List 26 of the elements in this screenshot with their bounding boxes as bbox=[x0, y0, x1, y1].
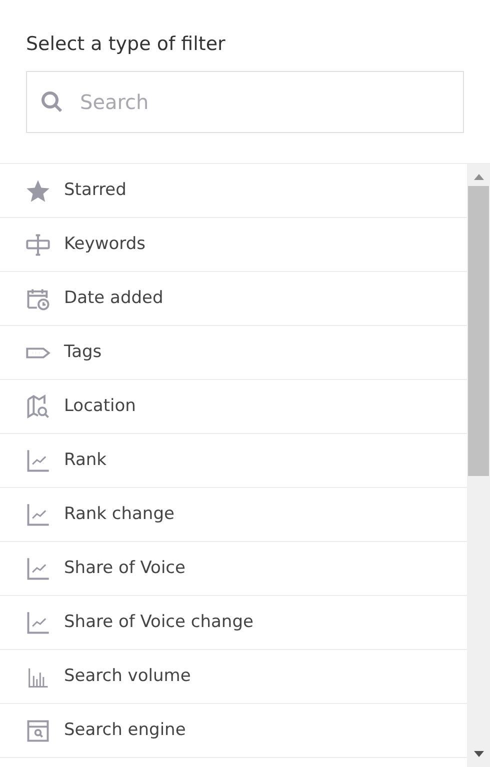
map-search-icon bbox=[25, 394, 51, 420]
scroll-up-arrow-icon[interactable] bbox=[474, 174, 484, 180]
line-chart-icon bbox=[25, 556, 51, 582]
filter-option[interactable]: Search volume bbox=[0, 650, 467, 704]
filter-option[interactable]: Rank bbox=[0, 434, 467, 488]
filter-option[interactable]: Location bbox=[0, 380, 467, 434]
star-icon bbox=[25, 178, 51, 204]
filter-option[interactable]: Date added bbox=[0, 272, 467, 326]
search-icon bbox=[40, 90, 64, 114]
line-chart-icon bbox=[25, 448, 51, 474]
filter-option[interactable]: Rank change bbox=[0, 488, 467, 542]
filter-option[interactable]: Share of Voice bbox=[0, 542, 467, 596]
filter-option[interactable]: Keywords bbox=[0, 218, 467, 272]
panel-title: Select a type of filter bbox=[26, 32, 226, 56]
search-field[interactable]: Search bbox=[26, 71, 464, 133]
line-chart-icon bbox=[25, 610, 51, 636]
filter-option[interactable]: Tags bbox=[0, 326, 467, 380]
keyword-icon bbox=[25, 232, 51, 258]
scroll-down-arrow-icon[interactable] bbox=[474, 751, 484, 757]
scrollbar-thumb[interactable] bbox=[468, 186, 489, 476]
browser-search-icon bbox=[25, 718, 51, 744]
filter-option[interactable]: Share of Voice change bbox=[0, 596, 467, 650]
filter-option[interactable]: Search engine bbox=[0, 704, 467, 758]
filter-option[interactable]: Starred bbox=[0, 164, 467, 218]
line-chart-icon bbox=[25, 502, 51, 528]
scrollbar[interactable] bbox=[467, 164, 490, 767]
